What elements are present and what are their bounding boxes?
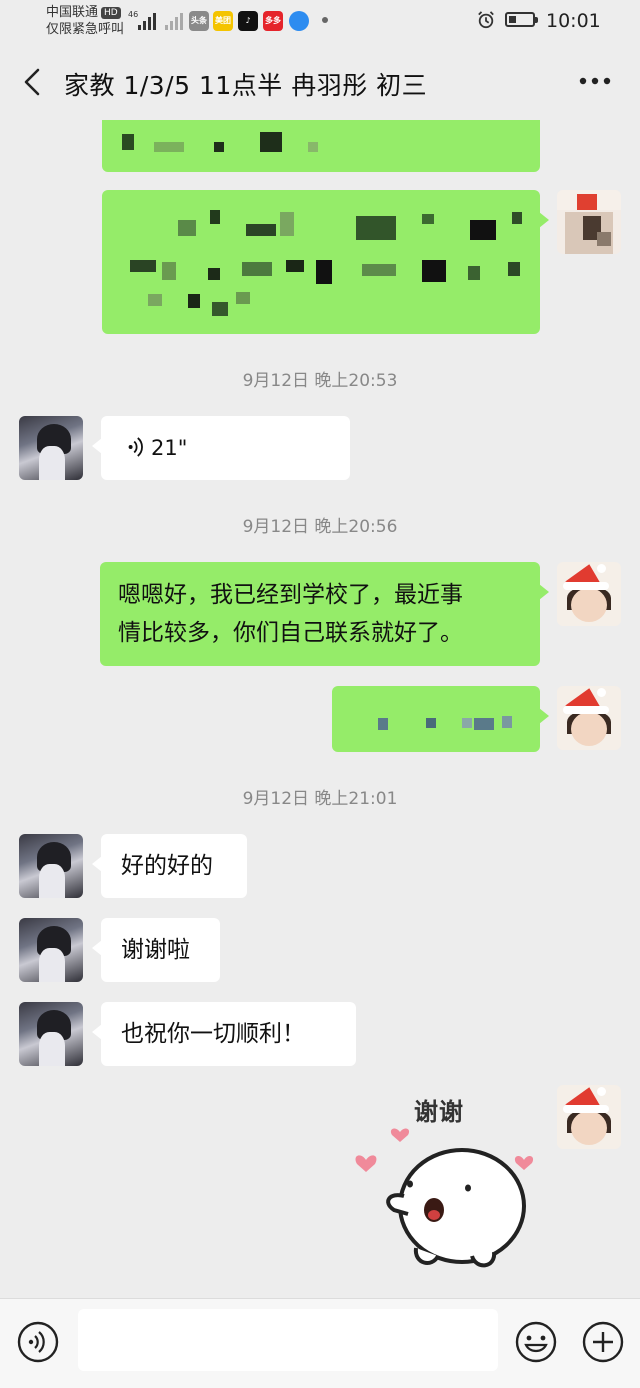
carrier-info: 中国联通 HD 仅限紧急呼叫 xyxy=(46,4,124,38)
emoji-icon[interactable] xyxy=(514,1320,558,1364)
contact-avatar[interactable] xyxy=(19,1002,83,1066)
add-more-icon[interactable] xyxy=(581,1320,625,1364)
my-avatar[interactable] xyxy=(557,686,621,750)
message-input[interactable] xyxy=(78,1309,498,1371)
alarm-icon xyxy=(478,11,494,29)
contact-avatar[interactable] xyxy=(19,416,83,480)
message-bubble[interactable]: 好的好的 xyxy=(92,834,247,898)
hd-badge: HD xyxy=(101,6,121,19)
message-line: 情比较多，你们自己联系就好了。 xyxy=(118,620,463,646)
my-avatar[interactable] xyxy=(557,562,621,626)
contact-avatar[interactable] xyxy=(19,918,83,982)
battery-icon xyxy=(505,12,538,27)
meituan-icon: 美团 xyxy=(213,11,233,31)
more-notifications-icon xyxy=(322,17,328,23)
message-bubble[interactable]: 也祝你一切顺利！ xyxy=(92,1002,356,1066)
toutiao-icon: 头条 xyxy=(189,11,209,31)
douyin-icon: ♪ xyxy=(238,11,258,31)
message-line: 嗯嗯好，我已经到学校了，最近事 xyxy=(118,582,463,608)
timestamp: 9月12日 晚上21:01 xyxy=(242,789,398,809)
status-bar: 中国联通 HD 仅限紧急呼叫 46 头条 美团 ♪ 多多 10:01 xyxy=(0,0,640,44)
more-options-icon[interactable] xyxy=(578,74,612,88)
chat-header: 家教 1/3/5 11点半 冉羽彤 初三 xyxy=(0,44,640,120)
my-avatar[interactable] xyxy=(557,1085,621,1149)
signal-2-icon xyxy=(165,12,183,30)
carrier-name: 中国联通 xyxy=(46,5,99,20)
redacted-message-bubble[interactable] xyxy=(102,190,549,334)
back-icon[interactable] xyxy=(18,66,48,98)
pinduoduo-icon: 多多 xyxy=(263,11,283,31)
timestamp: 9月12日 晚上20:53 xyxy=(242,371,398,391)
redacted-message-bubble[interactable] xyxy=(102,120,540,172)
voice-wave-icon xyxy=(128,437,143,457)
network-type: 46 xyxy=(128,10,139,19)
voice-duration: 21" xyxy=(151,436,188,460)
redacted-message-bubble[interactable] xyxy=(332,686,549,752)
input-bar xyxy=(0,1298,640,1388)
contact-avatar[interactable] xyxy=(19,834,83,898)
chat-title: 家教 1/3/5 11点半 冉羽彤 初三 xyxy=(64,71,428,100)
thank-you-sticker[interactable] xyxy=(352,1088,542,1278)
browser-icon xyxy=(289,11,309,31)
message-bubble[interactable]: 谢谢啦 xyxy=(92,918,220,982)
voice-message-bubble[interactable]: 21" xyxy=(92,416,350,480)
carrier-note: 仅限紧急呼叫 xyxy=(46,22,125,37)
clock: 10:01 xyxy=(546,10,601,32)
message-bubble[interactable]: 嗯嗯好，我已经到学校了，最近事 情比较多，你们自己联系就好了。 xyxy=(100,562,549,666)
timestamp: 9月12日 晚上20:56 xyxy=(242,517,398,537)
signal-icon xyxy=(138,12,156,30)
voice-input-icon[interactable] xyxy=(16,1320,60,1364)
my-avatar[interactable] xyxy=(557,190,621,254)
